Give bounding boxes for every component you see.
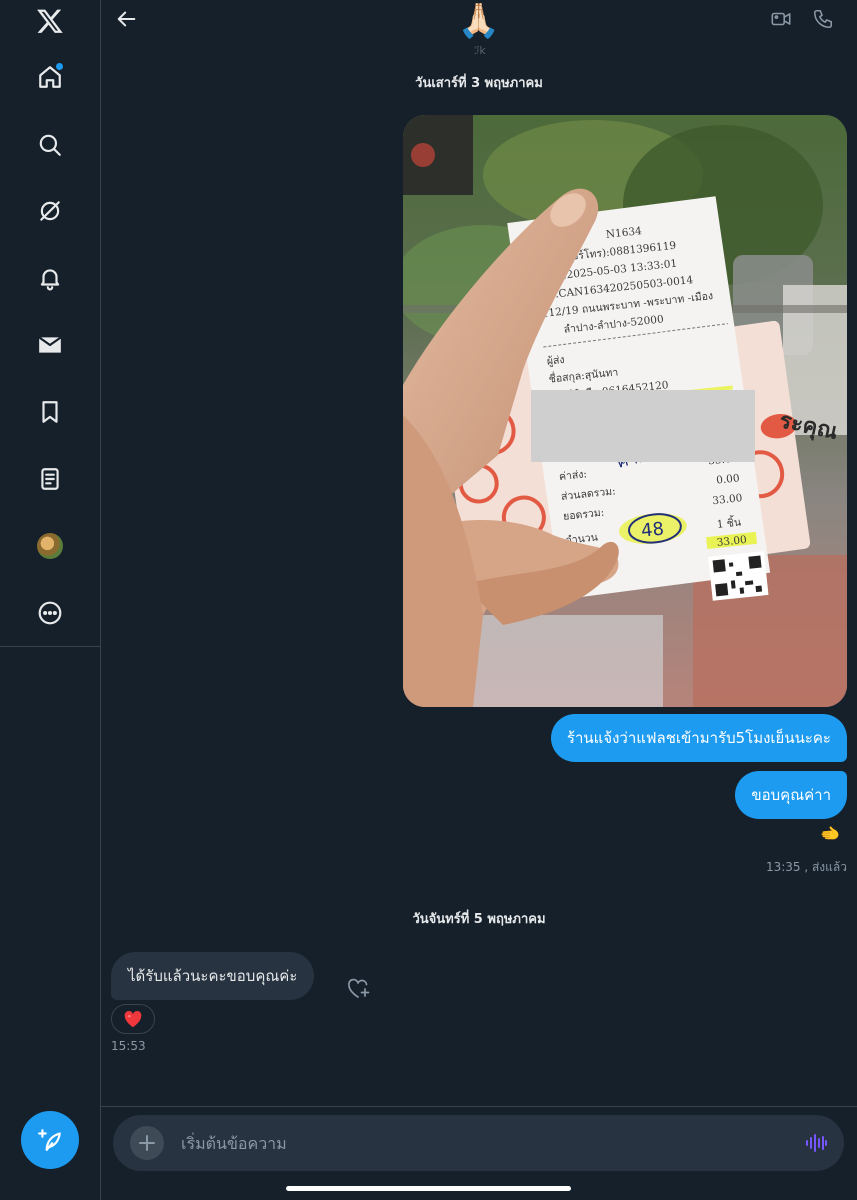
outgoing-message[interactable]: ขอบคุณค่าา bbox=[735, 771, 847, 819]
notifications-bell-icon[interactable] bbox=[25, 253, 75, 303]
profile-avatar[interactable] bbox=[25, 521, 75, 571]
lists-icon[interactable] bbox=[25, 454, 75, 504]
waveform-icon bbox=[806, 1134, 827, 1152]
heart-reaction[interactable] bbox=[111, 1004, 155, 1034]
message-timestamp: 15:53 bbox=[111, 1039, 146, 1053]
video-call-button[interactable] bbox=[767, 6, 795, 32]
more-options-icon[interactable] bbox=[25, 588, 75, 638]
composer-divider bbox=[101, 1106, 857, 1107]
messages-envelope-icon[interactable] bbox=[25, 320, 75, 370]
nav-divider bbox=[0, 646, 101, 647]
message-input[interactable] bbox=[181, 1129, 781, 1157]
bookmarks-icon[interactable] bbox=[25, 387, 75, 437]
plus-icon bbox=[139, 1135, 155, 1151]
video-camera-icon bbox=[771, 12, 791, 26]
red-heart-icon bbox=[124, 1010, 142, 1028]
add-reaction-button[interactable] bbox=[346, 977, 372, 1001]
incoming-message[interactable]: ได้รับแล้วนะคะขอบคุณค่ะ bbox=[111, 952, 315, 1000]
home-icon[interactable] bbox=[25, 52, 75, 102]
voice-call-button[interactable] bbox=[809, 6, 837, 32]
dm-conversation-screen: 🙏🏻 ℐk วันเสาร์ที่ 3 พฤษภาคม ระคุณ N1634 … bbox=[0, 0, 857, 1200]
x-logo-icon[interactable] bbox=[25, 0, 75, 46]
message-timestamp-status: 13:35 , ส่งแล้ว bbox=[765, 860, 847, 874]
receipt-sender-label: ผู้ส่ง bbox=[546, 354, 565, 368]
arrow-left-icon bbox=[117, 11, 136, 27]
conversation-name[interactable]: ℐk bbox=[420, 44, 540, 57]
feather-plus-icon bbox=[38, 1129, 61, 1151]
outgoing-message[interactable]: ร้านแจ้งว่าแฟลชเข้ามารับ5โมงเย็นนะคะ bbox=[550, 714, 847, 762]
sidebar-nav bbox=[0, 0, 101, 1200]
search-icon[interactable] bbox=[25, 120, 75, 170]
avatar bbox=[37, 533, 63, 559]
phone-icon bbox=[813, 9, 833, 29]
home-indicator bbox=[286, 1186, 571, 1191]
grok-icon[interactable] bbox=[25, 186, 75, 236]
compose-post-button[interactable] bbox=[21, 1111, 79, 1169]
voice-message-button[interactable] bbox=[804, 1131, 828, 1155]
heart-plus-icon bbox=[347, 978, 370, 998]
receipt-discount-value: 0.00 bbox=[716, 472, 741, 486]
add-media-button[interactable] bbox=[130, 1126, 164, 1160]
date-separator: วันเสาร์ที่ 3 พฤษภาคม bbox=[415, 76, 543, 91]
pointing-hand-emoji[interactable]: 🫲 bbox=[820, 826, 840, 842]
message-composer bbox=[113, 1115, 844, 1171]
conversation-avatar[interactable]: 🙏🏻 bbox=[458, 2, 500, 40]
notification-dot bbox=[56, 63, 63, 70]
handwritten-number: 48 bbox=[640, 518, 665, 541]
photo-message[interactable]: ระคุณ N1634 TEL(เบอร์โทร):0881396119 Dat… bbox=[403, 115, 847, 707]
date-separator: วันจันทร์ที่ 5 พฤษภาคม bbox=[412, 912, 546, 927]
receipt-photo-image: ระคุณ N1634 TEL(เบอร์โทร):0881396119 Dat… bbox=[403, 115, 847, 707]
back-button[interactable] bbox=[112, 4, 142, 34]
